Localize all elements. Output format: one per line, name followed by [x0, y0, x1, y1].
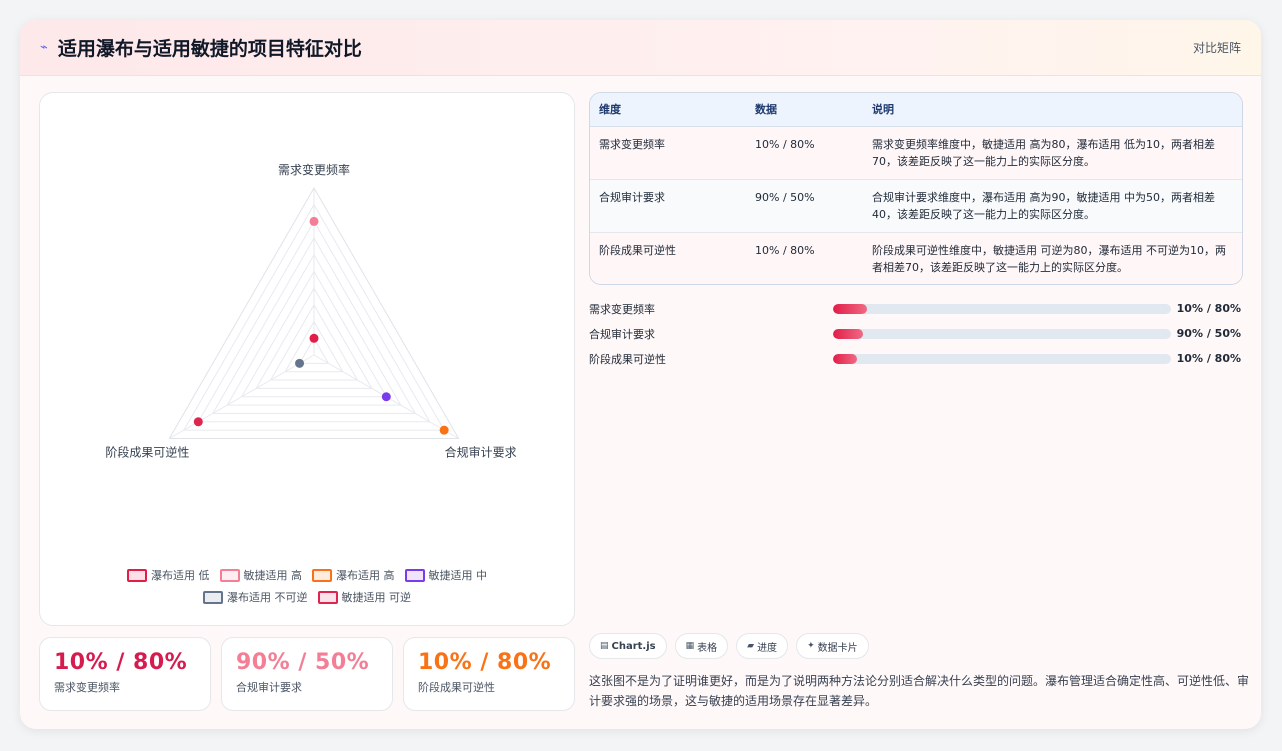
legend-item[interactable]: 瀑布适用 高 [312, 567, 395, 583]
legend-item[interactable]: 敏捷适用 中 [404, 567, 488, 583]
legend-swatch [203, 590, 223, 604]
stat-label: 需求变更频率 [54, 681, 120, 694]
legend-swatch [312, 568, 332, 582]
tag-chart[interactable]: ▤ Chart.js [589, 633, 667, 659]
table-cell: 需求变更频率 [590, 126, 746, 180]
tech-tags: ▤ Chart.js ▦ 表格 ▰ 进度 ✦ 数据卡片 [589, 633, 869, 659]
stat-value: 90% / 50% [236, 650, 370, 675]
radar-axis-label: 阶段成果可逆性 [105, 445, 189, 460]
radar-point[interactable] [295, 358, 305, 368]
radar-chart: 需求变更频率合规审计要求 阶段成果可逆性 [105, 162, 517, 460]
stat-value: 10% / 80% [418, 650, 552, 675]
stat-cards: 10% / 80% 需求变更频率 90% / 50% 合规审计要求 10% / 80… [39, 637, 575, 711]
stat-card: 90% / 50% 合规审计要求 [221, 637, 393, 711]
stat-value: 10% / 80% [54, 650, 188, 675]
bar-row: 合规审计要求 90% / 50% [589, 321, 1241, 346]
table-row: 合规审计要求 90% / 50% 合规审计要求维度中，瀑布适用 高为90，敏捷适… [590, 179, 1242, 233]
tag-label: Chart.js [611, 640, 656, 652]
radar-point[interactable] [439, 425, 449, 435]
chart-icon: ▤ [600, 641, 609, 651]
bar-value: 90% / 50% [1176, 327, 1241, 340]
radar-point[interactable] [309, 216, 319, 226]
legend-swatch [219, 568, 240, 582]
legend-item[interactable]: 瀑布适用 低 [127, 567, 210, 583]
legend-swatch [317, 590, 338, 604]
radar-point[interactable] [309, 333, 319, 343]
table-header-description: 说明 [863, 93, 1242, 127]
progress-icon: ▰ [747, 641, 755, 651]
tag-table[interactable]: ▦ 表格 [674, 633, 729, 659]
table-cell: 合规审计要求 [590, 179, 746, 233]
table-cell: 10% / 80% [755, 243, 815, 257]
table-cell: 90% / 50% [746, 179, 863, 233]
tag-progress[interactable]: ▰ 进度 [736, 633, 789, 659]
legend-swatch [127, 568, 147, 582]
bar-value: 10% / 80% [1176, 302, 1241, 315]
tag-label: 数据卡片 [817, 642, 858, 654]
bar-row: 阶段成果可逆性 10% / 80% [589, 346, 1241, 371]
table-icon: ▦ [685, 641, 695, 651]
table-row: 需求变更频率 10% / 80% 需求变更频率维度中，敏捷适用 高为80，瀑布适… [590, 126, 1242, 180]
radar-point[interactable] [381, 392, 391, 402]
bar-track [833, 353, 1171, 364]
legend-label: 瀑布适用 低 [151, 569, 210, 582]
legend-label: 敏捷适用 可逆 [341, 591, 412, 604]
page-title: 适用瀑布与适用敏捷的项目特征对比 [57, 38, 362, 60]
comparison-card: ⌁ 适用瀑布与适用敏捷的项目特征对比 对比矩阵 需求变更频率 合规审计要求 阶段成果… [20, 20, 1261, 729]
header-tag: 对比矩阵 [1192, 41, 1241, 55]
legend-swatch [404, 568, 425, 582]
bar-fill [833, 353, 857, 364]
stat-label: 阶段成果可逆性 [418, 681, 495, 694]
table-cell: 阶段成果可逆性维度中，敏捷适用 可逆为80，瀑布适用 不可逆为10，两者相差70… [872, 243, 1226, 274]
legend-item[interactable]: 敏捷适用 高 [219, 567, 303, 583]
bar-label: 需求变更频率 [589, 302, 655, 316]
legend-label: 瀑布适用 高 [336, 569, 395, 582]
tag-label: 进度 [757, 642, 778, 654]
bar-fill [833, 328, 864, 339]
table-cell: 合规审计要求维度中，瀑布适用 高为90，敏捷适用 中为50，两者相差40，该差距… [863, 179, 1242, 233]
tag-label: 表格 [697, 642, 718, 654]
data-table-wrap: 维度 数据 说明 需求变更频率 10% / 80% 需求变更频率维度中，敏捷适用… [589, 92, 1243, 285]
tag-datacard[interactable]: ✦ 数据卡片 [796, 633, 869, 659]
title-wrap: ⌁ 适用瀑布与适用敏捷的项目特征对比 [40, 34, 362, 61]
data-table: 维度 数据 说明 需求变更频率 10% / 80% 需求变更频率维度中，敏捷适用… [590, 93, 1242, 284]
table-header-row: 维度 数据 说明 [590, 93, 1242, 127]
table-cell: 需求变更频率维度中，敏捷适用 高为80，瀑布适用 低为10，两者相差70，该差距… [863, 126, 1242, 180]
bar-track [833, 328, 1171, 339]
bar-label: 阶段成果可逆性 [589, 352, 666, 366]
legend-label: 敏捷适用 高 [243, 569, 303, 582]
table-row: 阶段成果可逆性 10% / 80% 阶段成果可逆性维度中，敏捷适用 可逆为80，… [590, 232, 1242, 284]
bar-fill [833, 303, 867, 314]
bar-label: 合规审计要求 [589, 327, 655, 341]
radar-chart-panel: 需求变更频率合规审计要求 阶段成果可逆性 瀑布适用 低 敏捷适用 高 瀑布适用 高… [39, 92, 575, 626]
stat-card: 10% / 80% 阶段成果可逆性 [403, 637, 575, 711]
progress-bars: 需求变更频率 10% / 80% 合规审计要求 90% / 50% 阶段成果可逆性 … [589, 296, 1241, 371]
radar-axis-label: 合规审计要求 [445, 445, 517, 460]
stat-card: 10% / 80% 需求变更频率 [39, 637, 211, 711]
bar-row: 需求变更频率 10% / 80% [589, 296, 1241, 321]
legend-item[interactable]: 瀑布适用 不可逆 [203, 589, 308, 605]
legend-label: 瀑布适用 不可逆 [227, 591, 308, 604]
chart-legend: 瀑布适用 低 敏捷适用 高 瀑布适用 高 敏捷适用 中 瀑布适用 不可逆 敏捷适… [40, 567, 574, 605]
table-header-data: 数据 [746, 93, 863, 127]
legend-label: 敏捷适用 中 [428, 569, 488, 582]
legend-item[interactable]: 敏捷适用 可逆 [317, 589, 412, 605]
card-header: ⌁ 适用瀑布与适用敏捷的项目特征对比 对比矩阵 [20, 20, 1261, 76]
bar-track [833, 303, 1171, 314]
summary-note: 这张图不是为了证明谁更好，而是为了说明两种方法论分别适合解决什么类型的问题。瀑布… [589, 674, 1250, 708]
table-header-dimension: 维度 [590, 93, 746, 127]
bar-value: 10% / 80% [1176, 352, 1241, 365]
datacard-icon: ✦ [807, 641, 815, 651]
radar-point[interactable] [193, 417, 203, 427]
sparkle-icon: ⌁ [40, 40, 48, 55]
table-cell: 阶段成果可逆性 [599, 243, 676, 257]
radar-axis-label: 需求变更频率 [278, 162, 350, 177]
table-cell: 10% / 80% [746, 126, 863, 180]
stat-label: 合规审计要求 [236, 681, 302, 694]
